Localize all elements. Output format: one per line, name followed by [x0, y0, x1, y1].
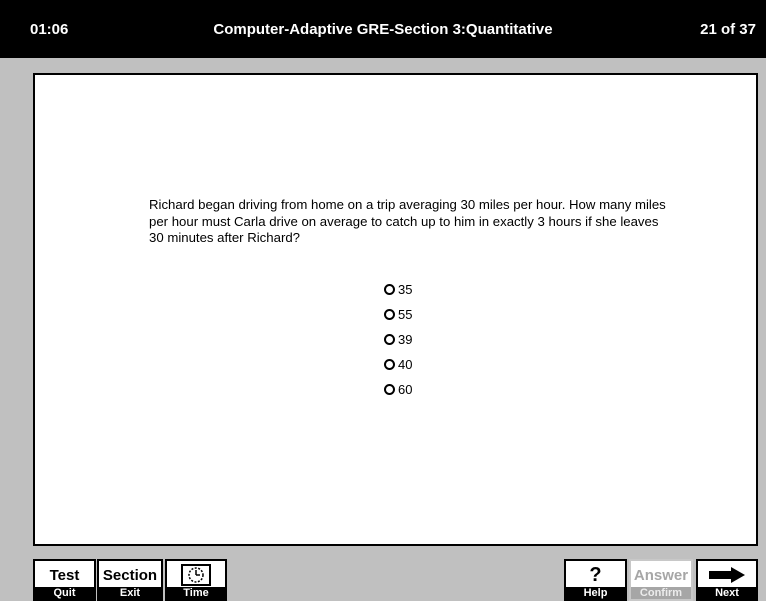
- time-icon-area: [167, 561, 225, 589]
- quit-label: Quit: [35, 587, 94, 599]
- answer-confirm-button[interactable]: Answer Confirm: [629, 559, 693, 601]
- test-quit-button[interactable]: Test Quit: [33, 559, 96, 601]
- exit-label: Exit: [99, 587, 161, 599]
- choice-option[interactable]: 35: [384, 277, 412, 302]
- choice-option[interactable]: 39: [384, 327, 412, 352]
- next-icon-area: [698, 561, 756, 589]
- question-text: Richard began driving from home on a tri…: [149, 197, 666, 245]
- page-title: Computer-Adaptive GRE-Section 3:Quantita…: [213, 21, 553, 38]
- choice-label: 55: [398, 307, 413, 322]
- next-label: Next: [698, 587, 756, 599]
- radio-button[interactable]: [384, 384, 395, 395]
- right-arrow-icon: [709, 567, 745, 583]
- radio-button[interactable]: [384, 334, 395, 345]
- radio-button[interactable]: [384, 359, 395, 370]
- section-label: Section: [102, 566, 158, 584]
- help-button[interactable]: ? Help: [564, 559, 627, 601]
- section-exit-button[interactable]: Section Exit: [97, 559, 163, 601]
- clock-icon: [181, 564, 211, 586]
- help-label: Help: [566, 587, 625, 599]
- radio-button[interactable]: [384, 284, 395, 295]
- answer-label: Answer: [633, 566, 689, 584]
- choice-option[interactable]: 60: [384, 377, 412, 402]
- test-label: Test: [49, 566, 80, 584]
- title-bar: 01:06 Computer-Adaptive GRE-Section 3:Qu…: [0, 0, 766, 58]
- choice-option[interactable]: 55: [384, 302, 412, 327]
- confirm-label: Confirm: [631, 587, 691, 599]
- next-button[interactable]: Next: [696, 559, 758, 601]
- choice-label: 35: [398, 282, 413, 297]
- time-label: Time: [167, 587, 225, 599]
- question-panel: Richard began driving from home on a tri…: [33, 73, 758, 546]
- time-button[interactable]: Time: [165, 559, 227, 601]
- choice-label: 40: [398, 357, 413, 372]
- choice-label: 60: [398, 382, 413, 397]
- help-icon: ?: [589, 563, 602, 586]
- question-counter: 21 of 37: [700, 21, 756, 38]
- answer-choices: 35 55 39 40 60: [384, 277, 412, 402]
- choice-label: 39: [398, 332, 413, 347]
- radio-button[interactable]: [384, 309, 395, 320]
- choice-option[interactable]: 40: [384, 352, 412, 377]
